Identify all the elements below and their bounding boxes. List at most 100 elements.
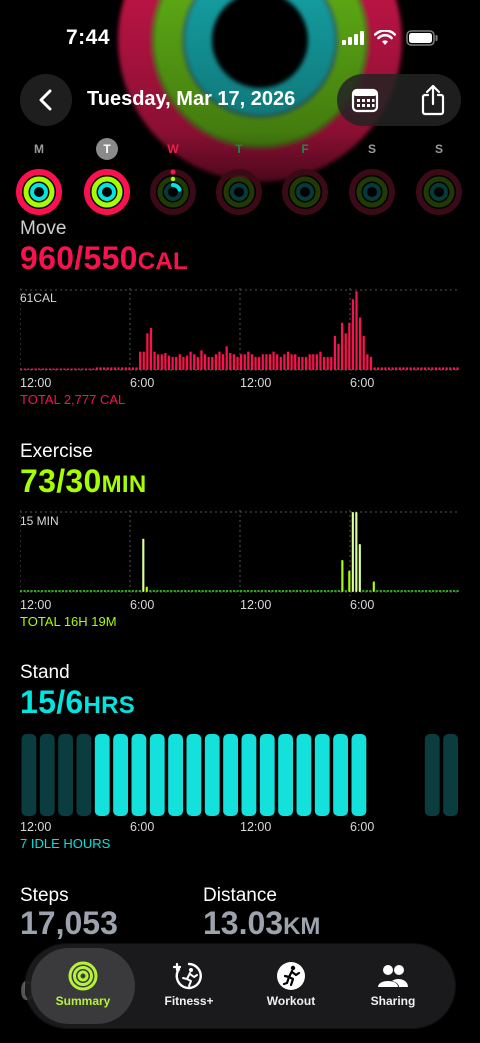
move-bar xyxy=(315,354,318,370)
day-monday[interactable]: M xyxy=(13,138,65,215)
tab-summary[interactable]: Summary xyxy=(31,948,135,1024)
exercise-bar xyxy=(124,590,127,592)
sharing-people-icon xyxy=(378,965,408,987)
exercise-bar xyxy=(432,590,435,592)
exercise-bar xyxy=(288,590,292,592)
exercise-bar xyxy=(89,590,93,592)
exercise-value-number: 73/30 xyxy=(20,463,102,499)
move-bar xyxy=(88,368,91,370)
stand-x-tick: 6:00 xyxy=(130,820,155,834)
exercise-bar xyxy=(96,590,99,592)
exercise-bar xyxy=(61,590,65,592)
tab-label: Workout xyxy=(266,994,316,1008)
exercise-bar xyxy=(54,590,58,592)
exercise-bar xyxy=(306,590,309,592)
tab-label: Summary xyxy=(55,994,111,1008)
stand-total: 7 IDLE HOURS xyxy=(20,836,111,851)
move-bar xyxy=(113,367,117,370)
exercise-x-tick: 12:00 xyxy=(20,598,52,612)
move-bar xyxy=(452,367,456,370)
exercise-bar xyxy=(341,560,344,592)
move-bar xyxy=(304,356,308,370)
move-bar xyxy=(214,354,217,370)
exercise-bar xyxy=(383,590,386,592)
move-bar xyxy=(229,352,232,370)
stand-bar-stood xyxy=(296,734,312,816)
move-bar xyxy=(20,368,23,370)
move-bar xyxy=(340,322,344,370)
activity-rings-icon xyxy=(16,169,62,215)
exercise-bar xyxy=(23,590,26,592)
exercise-bar xyxy=(114,590,117,592)
day-sunday[interactable]: S xyxy=(413,138,465,215)
tab-fitness-plus[interactable]: Fitness+ xyxy=(137,948,241,1024)
move-bar xyxy=(294,354,297,370)
move-bar xyxy=(297,356,300,370)
exercise-bar xyxy=(117,590,120,592)
exercise-bar xyxy=(449,590,452,592)
move-bar xyxy=(124,367,127,370)
move-bar xyxy=(157,354,160,370)
move-bar xyxy=(344,333,347,370)
stand-chart xyxy=(21,734,458,816)
exercise-x-tick: 6:00 xyxy=(130,598,155,612)
move-x-tick: 6:00 xyxy=(350,376,375,390)
move-bar xyxy=(377,367,380,370)
exercise-bar xyxy=(397,590,400,592)
tab-workout[interactable]: Workout xyxy=(239,948,343,1024)
battery-icon xyxy=(406,30,438,46)
back-button[interactable] xyxy=(20,74,72,126)
share-button[interactable] xyxy=(419,84,447,116)
exercise-bar xyxy=(355,512,358,592)
move-bar xyxy=(117,367,120,370)
stand-bar-stood xyxy=(241,734,257,816)
exercise-bar xyxy=(163,590,166,592)
move-bar xyxy=(182,356,185,370)
move-bar xyxy=(221,354,225,370)
exercise-bar xyxy=(184,590,187,592)
exercise-bar xyxy=(253,590,257,592)
day-label: S xyxy=(434,142,443,156)
move-bar xyxy=(384,367,387,370)
exercise-bar xyxy=(103,590,106,592)
day-thursday[interactable]: T xyxy=(213,138,265,215)
exercise-bar xyxy=(400,590,403,592)
exercise-bar xyxy=(93,590,96,592)
share-icon xyxy=(421,84,445,116)
exercise-bar xyxy=(166,590,169,592)
stand-bar-stood xyxy=(333,734,348,816)
move-value-number: 960/550 xyxy=(20,240,138,276)
exercise-bar xyxy=(142,538,145,592)
stand-bar-stood xyxy=(131,734,147,816)
day-saturday[interactable]: S xyxy=(346,138,398,215)
move-bar xyxy=(200,350,203,370)
day-wednesday[interactable]: W xyxy=(147,138,199,215)
exercise-bar xyxy=(404,590,407,592)
exercise-bar xyxy=(250,590,253,592)
exercise-bar xyxy=(177,590,180,592)
move-bar xyxy=(405,367,409,370)
exercise-bar xyxy=(121,590,124,592)
move-title: Move xyxy=(20,218,67,239)
move-bar xyxy=(369,356,373,370)
exercise-bar xyxy=(152,590,155,592)
exercise-bar xyxy=(246,590,250,592)
exercise-bar xyxy=(187,590,190,592)
exercise-bar xyxy=(243,590,246,592)
day-tuesday[interactable]: T xyxy=(81,138,133,215)
exercise-bar xyxy=(421,590,424,592)
tab-sharing[interactable]: Sharing xyxy=(341,948,445,1024)
move-bar xyxy=(84,368,88,370)
move-bar xyxy=(52,368,55,370)
stand-bar-stood xyxy=(259,734,275,816)
exercise-bar xyxy=(425,590,428,592)
stand-title: Stand xyxy=(20,662,70,683)
day-friday[interactable]: F xyxy=(279,138,331,215)
exercise-bar xyxy=(145,586,148,592)
exercise-bar xyxy=(47,590,51,592)
calendar-button[interactable] xyxy=(351,86,379,114)
exercise-bar xyxy=(219,590,222,592)
exercise-bar xyxy=(358,544,361,592)
exercise-bar xyxy=(191,590,194,592)
move-x-tick: 12:00 xyxy=(20,376,52,390)
